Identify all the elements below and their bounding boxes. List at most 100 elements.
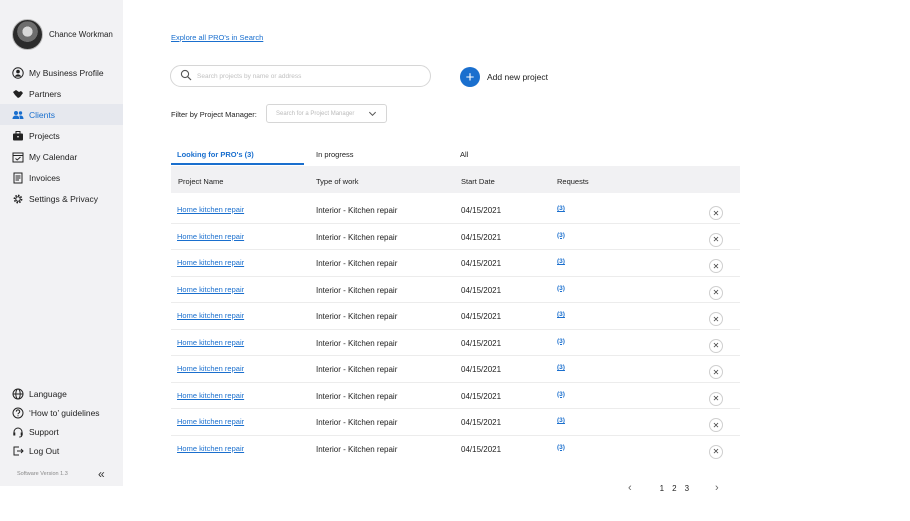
active-tab-indicator [171, 163, 304, 165]
type-of-work: Interior - Kitchen repair [316, 206, 398, 215]
logout-icon [12, 445, 24, 457]
table-row: Home kitchen repair Interior - Kitchen r… [171, 250, 740, 277]
start-date: 04/15/2021 [461, 259, 502, 268]
pagination: ‹ 1 2 3 › [628, 482, 719, 494]
sidebar-item-label: Settings & Privacy [29, 193, 98, 204]
page-number[interactable]: 1 [660, 484, 664, 493]
filter-label: Filter by Project Manager: [171, 110, 257, 119]
close-icon[interactable]: ✕ [709, 418, 723, 432]
explore-pros-link[interactable]: Explore all PRO's in Search [171, 33, 263, 42]
column-header[interactable]: Project Name [178, 177, 223, 186]
close-icon[interactable]: ✕ [709, 365, 723, 379]
sidebar-item-invoices[interactable]: Invoices [0, 167, 123, 188]
page-number[interactable]: 2 [672, 484, 676, 493]
filter-placeholder: Search for a Project Manager [276, 110, 355, 117]
column-header[interactable]: Requests [557, 177, 589, 186]
requests-link[interactable]: (3) [557, 232, 565, 239]
sidebar-item-support[interactable]: Support [0, 422, 123, 441]
requests-link[interactable]: (3) [557, 417, 565, 424]
type-of-work: Interior - Kitchen repair [316, 418, 398, 427]
requests-link[interactable]: (3) [557, 444, 565, 451]
start-date: 04/15/2021 [461, 338, 502, 348]
requests-link[interactable]: (3) [557, 205, 565, 212]
project-name-link[interactable]: Home kitchen repair [177, 285, 244, 294]
sidebar-item-logout[interactable]: Log Out [0, 441, 123, 460]
table-row: Home kitchen repair Interior - Kitchen r… [171, 383, 740, 409]
sidebar-item-label: Support [29, 426, 59, 437]
project-name-link[interactable]: Home kitchen repair [177, 311, 244, 320]
project-name-link[interactable]: Home kitchen repair [177, 338, 244, 347]
close-icon[interactable]: ✕ [709, 259, 723, 273]
next-page-icon[interactable]: › [715, 482, 719, 494]
close-icon[interactable]: ✕ [709, 232, 723, 247]
sidebar-item-label: Language [29, 388, 67, 399]
close-icon[interactable]: ✕ [709, 391, 723, 406]
sidebar-item-label: Invoices [29, 172, 61, 183]
prev-page-icon[interactable]: ‹ [628, 482, 632, 494]
requests-link[interactable]: (3) [557, 391, 565, 398]
column-header[interactable]: Start Date [461, 177, 495, 186]
requests-link[interactable]: (3) [557, 285, 565, 292]
handshake-icon [12, 88, 24, 100]
sidebar-item-business-profile[interactable]: My Business Profile [0, 62, 123, 83]
project-manager-filter[interactable]: Search for a Project Manager [266, 104, 387, 123]
software-version: Software Version 1.3 [17, 471, 68, 477]
column-header[interactable]: Type of work [316, 177, 359, 186]
close-icon[interactable]: ✕ [709, 338, 723, 353]
projects-table-body: Home kitchen repair Interior - Kitchen r… [171, 197, 740, 462]
sidebar-item-language[interactable]: Language [0, 384, 123, 403]
sidebar-bottom-nav: Language ‘How to’ guidelines Support Log… [0, 384, 123, 460]
project-name-link[interactable]: Home kitchen repair [177, 205, 244, 214]
table-row: Home kitchen repair Interior - Kitchen r… [171, 409, 740, 436]
project-name-link[interactable]: Home kitchen repair [177, 232, 244, 241]
sidebar-item-projects[interactable]: Projects [0, 125, 123, 146]
table-row: Home kitchen repair Interior - Kitchen r… [171, 356, 740, 383]
close-icon[interactable]: ✕ [709, 444, 723, 459]
globe-icon [12, 388, 24, 400]
start-date: 04/15/2021 [461, 232, 502, 242]
requests-link[interactable]: (3) [557, 311, 565, 318]
requests-link[interactable]: (3) [557, 364, 565, 371]
page-number[interactable]: 3 [685, 484, 689, 493]
table-row: Home kitchen repair Interior - Kitchen r… [171, 224, 740, 250]
sidebar-item-settings[interactable]: Settings & Privacy [0, 188, 123, 209]
search-input[interactable] [197, 72, 417, 80]
project-name-link[interactable]: Home kitchen repair [177, 444, 244, 453]
sidebar-nav: My Business Profile Partners Clients Pro… [0, 62, 123, 209]
close-icon[interactable]: ✕ [709, 312, 723, 326]
project-search[interactable] [170, 65, 431, 87]
close-icon[interactable]: ✕ [709, 206, 723, 220]
project-name-link[interactable]: Home kitchen repair [177, 417, 244, 426]
project-name-link[interactable]: Home kitchen repair [177, 391, 244, 400]
start-date: 04/15/2021 [461, 365, 502, 374]
question-icon [12, 407, 24, 419]
requests-link[interactable]: (3) [557, 258, 565, 265]
avatar[interactable] [12, 19, 43, 50]
add-project-button[interactable]: + Add new project [460, 67, 548, 87]
collapse-sidebar-icon[interactable]: « [98, 467, 105, 481]
calendar-icon [12, 151, 24, 163]
sidebar-item-calendar[interactable]: My Calendar [0, 146, 123, 167]
sidebar-item-label: Projects [29, 130, 60, 141]
sidebar-item-label: Partners [29, 88, 62, 99]
project-name-link[interactable]: Home kitchen repair [177, 258, 244, 267]
close-icon[interactable]: ✕ [709, 285, 723, 300]
add-project-label: Add new project [487, 72, 548, 82]
tab-looking-for-pros[interactable]: Looking for PRO's (3) [177, 150, 254, 159]
table-header: Project Name Type of work Start Date Req… [171, 166, 740, 193]
project-tabs: Looking for PRO's (3) In progress All [171, 145, 740, 166]
sidebar-item-guidelines[interactable]: ‘How to’ guidelines [0, 403, 123, 422]
user-profile[interactable]: Chance Workman [12, 19, 113, 50]
type-of-work: Interior - Kitchen repair [316, 232, 398, 242]
sidebar-item-clients[interactable]: Clients [0, 104, 123, 125]
gear-icon [12, 193, 24, 205]
project-name-link[interactable]: Home kitchen repair [177, 364, 244, 373]
plus-icon: + [460, 67, 480, 87]
tab-all[interactable]: All [460, 150, 468, 159]
headset-icon [12, 426, 24, 438]
requests-link[interactable]: (3) [557, 338, 565, 345]
sidebar-item-partners[interactable]: Partners [0, 83, 123, 104]
sidebar-item-label: My Business Profile [29, 67, 104, 78]
start-date: 04/15/2021 [461, 312, 502, 321]
tab-in-progress[interactable]: In progress [316, 150, 354, 159]
